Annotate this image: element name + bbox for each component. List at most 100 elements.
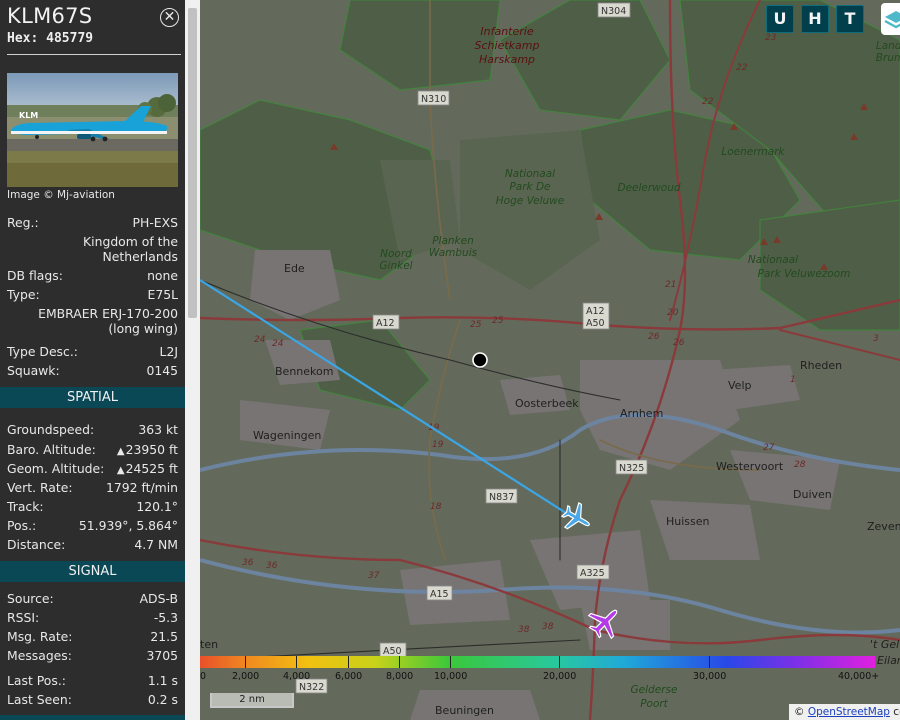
svg-text:Bennekom: Bennekom bbox=[275, 365, 333, 378]
altitude-scale-label: 10,000 bbox=[434, 671, 468, 682]
distance-scale-bar: 2 nm bbox=[210, 693, 294, 708]
svg-text:A12: A12 bbox=[586, 306, 605, 317]
svg-text:Ede: Ede bbox=[284, 262, 305, 275]
close-panel-button[interactable]: ✕ bbox=[160, 8, 179, 27]
toggle-u-button[interactable]: U bbox=[766, 5, 794, 33]
svg-text:N322: N322 bbox=[299, 682, 324, 693]
scrollbar-thumb[interactable] bbox=[188, 8, 197, 318]
svg-text:18: 18 bbox=[430, 502, 442, 512]
altitude-gradient bbox=[200, 656, 875, 668]
type-name-value: EMBRAER ERJ-170-200 (long wing) bbox=[38, 306, 178, 336]
toggle-t-button[interactable]: T bbox=[836, 5, 864, 33]
svg-text:24: 24 bbox=[272, 339, 284, 349]
svg-text:ten: ten bbox=[200, 638, 218, 651]
divider bbox=[7, 54, 181, 55]
svg-text:Zevena: Zevena bbox=[867, 520, 900, 533]
svg-text:Noord: Noord bbox=[380, 248, 412, 260]
svg-text:Ginkel: Ginkel bbox=[379, 260, 412, 272]
svg-text:26: 26 bbox=[673, 338, 685, 348]
svg-text:36: 36 bbox=[242, 558, 254, 568]
svg-text:26: 26 bbox=[648, 332, 660, 342]
layers-icon bbox=[884, 11, 900, 29]
svg-text:N304: N304 bbox=[601, 6, 626, 17]
svg-text:20: 20 bbox=[667, 308, 679, 318]
svg-text:Nationaal: Nationaal bbox=[505, 168, 555, 180]
svg-text:Wambuis: Wambuis bbox=[429, 247, 478, 259]
svg-text:Nationaal: Nationaal bbox=[748, 254, 798, 266]
svg-text:38: 38 bbox=[518, 625, 530, 635]
svg-text:N837: N837 bbox=[489, 492, 514, 503]
toggle-h-button[interactable]: H bbox=[801, 5, 829, 33]
image-credit: Image © Mj-aviation bbox=[7, 189, 115, 201]
layers-button[interactable] bbox=[881, 3, 900, 35]
svg-text:A15: A15 bbox=[430, 589, 449, 600]
spatial-section-header[interactable]: SPATIAL bbox=[0, 387, 185, 408]
altitude-scale-label: 8,000 bbox=[386, 671, 414, 682]
svg-text:37: 37 bbox=[368, 571, 380, 581]
svg-text:A50: A50 bbox=[586, 318, 605, 329]
map-attribution: © OpenStreetMap co bbox=[789, 704, 900, 720]
svg-text:22: 22 bbox=[736, 63, 748, 73]
section-header-partial bbox=[0, 715, 185, 720]
aircraft-info-panel: KLM67S ✕ Hex: 485779 KLM Image © Mj-avia… bbox=[0, 0, 185, 720]
svg-text:Gelderse: Gelderse bbox=[631, 684, 678, 696]
svg-text:28: 28 bbox=[794, 460, 806, 470]
svg-text:N325: N325 bbox=[619, 463, 644, 474]
svg-text:36: 36 bbox=[266, 561, 278, 571]
svg-text:Landg: Landg bbox=[876, 40, 900, 52]
svg-text:Eilan: Eilan bbox=[877, 654, 900, 667]
altitude-scale-label: 2,000 bbox=[232, 671, 260, 682]
hex-value: 485779 bbox=[46, 31, 94, 46]
svg-text:Westervoort: Westervoort bbox=[716, 460, 784, 473]
svg-text:Hoge Veluwe: Hoge Veluwe bbox=[496, 195, 564, 207]
svg-text:A12: A12 bbox=[376, 318, 395, 329]
svg-text:Planken: Planken bbox=[432, 235, 474, 247]
svg-text:Velp: Velp bbox=[728, 379, 751, 392]
svg-text:19: 19 bbox=[432, 440, 444, 450]
altitude-scale-label: 40,000+ bbox=[838, 671, 880, 682]
svg-text:Beuningen: Beuningen bbox=[435, 704, 494, 717]
altitude-scale-label: 4,000 bbox=[283, 671, 311, 682]
svg-text:22: 22 bbox=[702, 97, 714, 107]
aircraft-photo[interactable]: KLM bbox=[7, 73, 178, 187]
altitude-scale-label: 0 bbox=[200, 671, 207, 682]
sidebar-scrollbar[interactable] bbox=[185, 0, 200, 720]
svg-text:Oosterbeek: Oosterbeek bbox=[515, 397, 579, 410]
svg-text:21: 21 bbox=[665, 280, 676, 290]
svg-text:Brum: Brum bbox=[876, 52, 900, 64]
svg-text:Huissen: Huissen bbox=[666, 515, 710, 528]
svg-text:Duiven: Duiven bbox=[793, 488, 832, 501]
svg-text:'t Gel: 't Gel bbox=[870, 638, 899, 651]
signal-section-header[interactable]: SIGNAL bbox=[0, 561, 185, 582]
altitude-scale-label: 20,000 bbox=[543, 671, 577, 682]
svg-text:Rheden: Rheden bbox=[800, 359, 842, 372]
svg-text:Harskamp: Harskamp bbox=[479, 53, 535, 66]
altitude-color-scale bbox=[200, 656, 875, 668]
svg-text:3: 3 bbox=[873, 334, 879, 344]
svg-text:Loenermark: Loenermark bbox=[721, 146, 785, 158]
hex-code: Hex: 485779 bbox=[7, 31, 94, 46]
climbing-arrow-icon: ▲ bbox=[116, 446, 125, 457]
svg-text:27: 27 bbox=[763, 443, 775, 453]
map-canvas[interactable]: Infanterie Schietkamp Harskamp Nationaal… bbox=[200, 0, 900, 720]
altitude-scale-label: 6,000 bbox=[335, 671, 363, 682]
climbing-arrow-icon: ▲ bbox=[116, 465, 125, 476]
svg-text:N310: N310 bbox=[421, 94, 446, 105]
svg-text:Deelerwoud: Deelerwoud bbox=[617, 182, 680, 194]
receiver-location-marker bbox=[472, 352, 488, 368]
altitude-scale-label: 30,000 bbox=[693, 671, 727, 682]
callsign-title: KLM67S bbox=[7, 4, 93, 28]
svg-text:1: 1 bbox=[790, 375, 796, 385]
svg-text:24: 24 bbox=[254, 335, 266, 345]
svg-text:25: 25 bbox=[470, 320, 482, 330]
openstreetmap-link[interactable]: OpenStreetMap bbox=[808, 706, 890, 718]
type-name-row: EMBRAER ERJ-170-200 (long wing) bbox=[7, 306, 178, 336]
country-row: Kingdom of the Netherlands bbox=[7, 234, 178, 264]
map-view[interactable]: Infanterie Schietkamp Harskamp Nationaal… bbox=[200, 0, 900, 720]
svg-text:Wageningen: Wageningen bbox=[253, 429, 321, 442]
svg-text:Park Veluwezoom: Park Veluwezoom bbox=[758, 268, 851, 280]
svg-text:38: 38 bbox=[542, 622, 554, 632]
svg-text:Infanterie: Infanterie bbox=[480, 25, 533, 38]
country-value: Kingdom of the Netherlands bbox=[83, 234, 178, 264]
svg-text:25: 25 bbox=[492, 316, 504, 326]
